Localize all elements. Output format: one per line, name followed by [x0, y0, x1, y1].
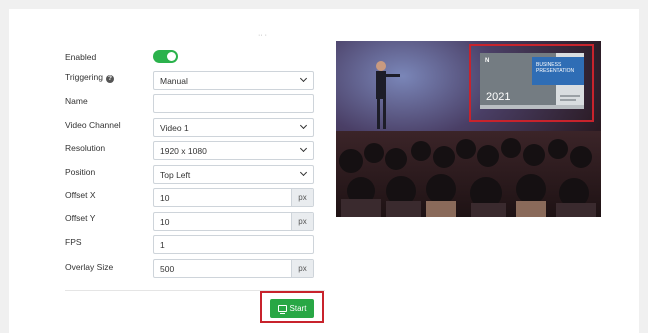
fps-input[interactable]: 1: [153, 235, 314, 254]
position-label: Position: [65, 167, 96, 177]
name-input[interactable]: [153, 94, 314, 113]
resolution-value: 1920 x 1080: [160, 146, 207, 156]
chevron-down-icon: [299, 168, 308, 177]
offset-x-value: 10: [160, 193, 170, 203]
overlay-highlight: [469, 44, 594, 122]
enabled-toggle[interactable]: [153, 50, 178, 63]
offset-y-unit: px: [291, 213, 313, 230]
video-channel-select[interactable]: Video 1: [153, 118, 314, 137]
enabled-label: Enabled: [65, 52, 97, 62]
triggering-select[interactable]: Manual: [153, 71, 314, 90]
name-label: Name: [65, 96, 88, 106]
video-channel-value: Video 1: [160, 123, 189, 133]
resolution-select[interactable]: 1920 x 1080: [153, 141, 314, 160]
resolution-label: Resolution: [65, 143, 106, 153]
fps-label: FPS: [65, 237, 82, 247]
triggering-value: Manual: [160, 76, 188, 86]
offset-x-label: Offset X: [65, 190, 96, 200]
overlay-size-label: Overlay Size: [65, 262, 114, 272]
fps-value: 1: [160, 240, 165, 250]
chevron-down-icon: [299, 121, 308, 130]
start-button-highlight: [260, 291, 324, 323]
offset-y-label: Offset Y: [65, 213, 96, 223]
drag-handle-icon: ·· ·: [258, 32, 267, 39]
question-circle-icon[interactable]: ?: [105, 75, 114, 83]
offset-x-unit: px: [291, 189, 313, 206]
position-select[interactable]: Top Left: [153, 165, 314, 184]
toggle-knob: [167, 52, 176, 61]
video-channel-label: Video Channel: [65, 120, 121, 130]
offset-y-input[interactable]: 10 px: [153, 212, 314, 231]
chevron-down-icon: [299, 144, 308, 153]
triggering-label: Triggering: [65, 72, 103, 82]
overlay-size-input[interactable]: 500 px: [153, 259, 314, 278]
offset-x-input[interactable]: 10 px: [153, 188, 314, 207]
overlay-size-unit: px: [291, 260, 313, 277]
offset-y-value: 10: [160, 217, 170, 227]
chevron-down-icon: [299, 74, 308, 83]
overlay-size-value: 500: [160, 264, 175, 274]
triggering-label-row: Triggering?: [65, 72, 114, 83]
position-value: Top Left: [160, 170, 191, 180]
